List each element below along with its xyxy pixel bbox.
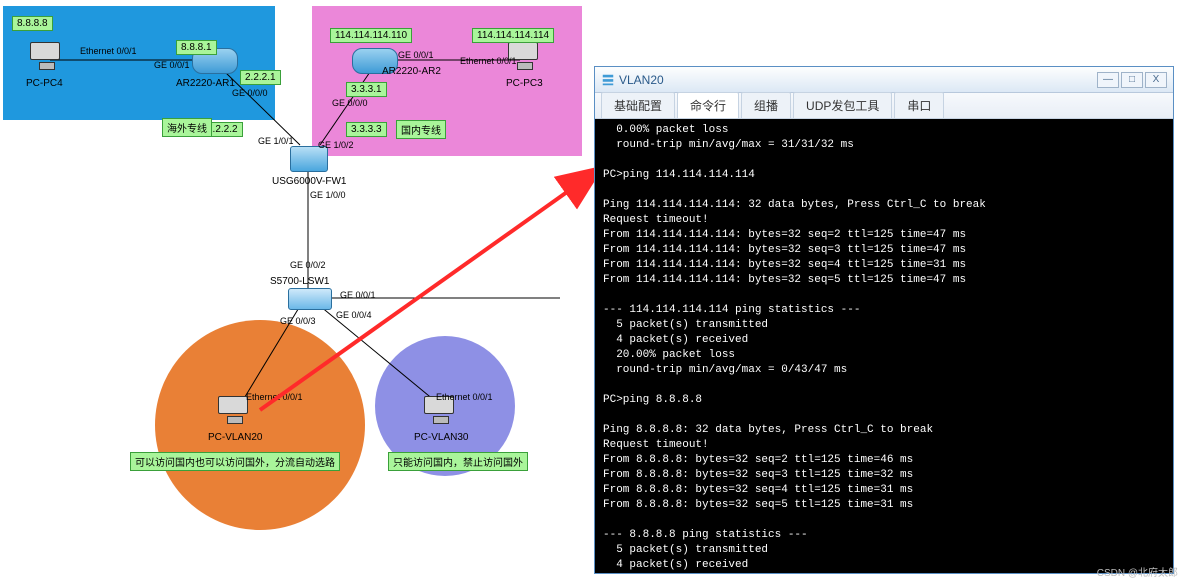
ar1-port-d: GE 0/0/0 [232, 88, 268, 98]
tab-multicast[interactable]: 组播 [741, 92, 791, 118]
pc3-ip: 114.114.114.114 [472, 28, 554, 43]
terminal-output[interactable]: 0.00% packet loss round-trip min/avg/max… [595, 119, 1173, 573]
tab-bar: 基础配置 命令行 组播 UDP发包工具 串口 [595, 93, 1173, 119]
pc3-port: Ethernet 0/0/1 [460, 56, 517, 66]
maximize-button[interactable]: □ [1121, 72, 1143, 88]
fw-lbl-l: 海外专线 [162, 118, 212, 137]
fw-port-l: GE 1/0/1 [258, 136, 294, 146]
network-topology: PC-PC4 8.8.8.8 Ethernet 0/0/1 AR2220-AR1… [0, 0, 600, 581]
tab-cli[interactable]: 命令行 [677, 92, 739, 118]
minimize-button[interactable]: — [1097, 72, 1119, 88]
sw-port-d1: GE 0/0/3 [280, 316, 316, 326]
fw-label: USG6000V-FW1 [272, 176, 346, 187]
zone-vlan20 [155, 320, 365, 530]
sw-label: S5700-LSW1 [270, 276, 329, 287]
ar1-ip-e: 8.8.8.1 [176, 40, 217, 55]
vlan20-port: Ethernet 0/0/1 [246, 392, 303, 402]
fw-lbl-r: 国内专线 [396, 120, 446, 139]
ar1-ip-d: 2.2.2.1 [240, 70, 281, 85]
vlan30-label: PC-VLAN30 [414, 432, 468, 443]
vlan30-caption: 只能访问国内，禁止访问国外 [388, 452, 528, 471]
vlan20-label: PC-VLAN20 [208, 432, 262, 443]
pc-icon [30, 42, 64, 72]
app-logo-icon [601, 73, 615, 87]
vlan30-port: Ethernet 0/0/1 [436, 392, 493, 402]
ar2-label: AR2220-AR2 [382, 66, 441, 77]
terminal-window: VLAN20 — □ X 基础配置 命令行 组播 UDP发包工具 串口 0.00… [594, 66, 1174, 574]
switch-icon [288, 288, 332, 310]
pc4-port: Ethernet 0/0/1 [80, 46, 137, 56]
pc3-label: PC-PC3 [506, 78, 543, 89]
fw-port-r: GE 1/0/2 [318, 140, 354, 150]
ar2-port-d: GE 0/0/0 [332, 98, 368, 108]
ar2-port-e: GE 0/0/1 [398, 50, 434, 60]
ar1-port-e: GE 0/0/1 [154, 60, 190, 70]
vlan20-caption: 可以访问国内也可以访问国外，分流自动选路 [130, 452, 340, 471]
ar2-ip-top: 114.114.114.110 [330, 28, 412, 43]
ar2-ip-d: 3.3.3.1 [346, 82, 387, 97]
titlebar[interactable]: VLAN20 — □ X [595, 67, 1173, 93]
tab-serial[interactable]: 串口 [894, 92, 944, 118]
ar1-label: AR2220-AR1 [176, 78, 235, 89]
sw-port-r: GE 0/0/1 [340, 290, 376, 300]
sw-port-up: GE 0/0/2 [290, 260, 326, 270]
sw-port-d2: GE 0/0/4 [336, 310, 372, 320]
tab-basic-config[interactable]: 基础配置 [601, 92, 675, 118]
fw-port-d: GE 1/0/0 [310, 190, 346, 200]
fw-ip-r: 3.3.3.3 [346, 122, 387, 137]
close-button[interactable]: X [1145, 72, 1167, 88]
window-title: VLAN20 [619, 73, 664, 87]
pc4-label: PC-PC4 [26, 78, 63, 89]
pc4-ip: 8.8.8.8 [12, 16, 53, 31]
tab-udp-tool[interactable]: UDP发包工具 [793, 92, 892, 118]
watermark: CSDN @北府太郎 [1097, 564, 1178, 579]
